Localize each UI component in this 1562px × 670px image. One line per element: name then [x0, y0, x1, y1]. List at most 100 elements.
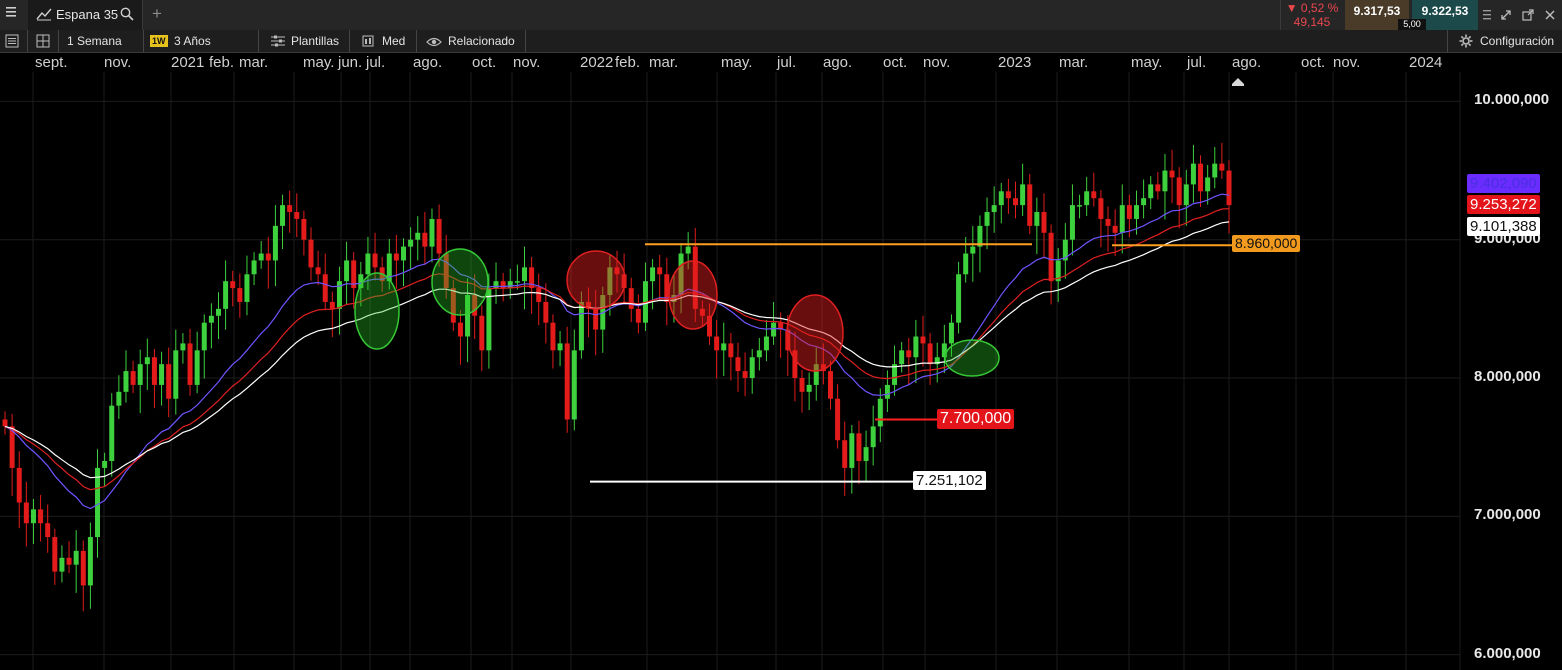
- support-ellipse: [944, 339, 1000, 377]
- measure-icon: [361, 34, 375, 53]
- candle-up: [194, 350, 200, 385]
- candle-up: [956, 274, 962, 323]
- candle-down: [842, 440, 848, 468]
- candle-down: [315, 267, 321, 275]
- close-icon[interactable]: [1544, 8, 1556, 26]
- support-ellipse: [431, 248, 489, 316]
- candle-down: [151, 357, 157, 385]
- candle-down: [835, 398, 841, 441]
- candle-down: [827, 371, 833, 399]
- candle-up: [998, 191, 1004, 206]
- candle-up: [721, 343, 727, 351]
- candle-up: [180, 343, 186, 351]
- candle-up: [756, 350, 762, 358]
- ma30-price-tag: 9.253,272: [1467, 195, 1540, 214]
- spread-value: 5,00: [1403, 19, 1421, 29]
- candle-down: [1112, 225, 1118, 233]
- time-axis-label: mar.: [649, 54, 679, 71]
- candle-up: [415, 232, 421, 240]
- chart-toolbar: 1 Semana 1W 3 Años Plantillas Med Relaci…: [0, 30, 1562, 53]
- candle-up: [486, 288, 492, 351]
- candle-up: [59, 557, 65, 572]
- candle-up: [1148, 184, 1154, 199]
- time-axis-label: may.: [1131, 54, 1163, 71]
- tab-espana-35[interactable]: Espana 35: [28, 0, 143, 30]
- time-axis-label: 2024: [1409, 54, 1443, 71]
- grid-layout-icon[interactable]: [36, 34, 50, 53]
- candle-up: [970, 246, 976, 254]
- price-chart[interactable]: [0, 72, 1562, 670]
- collapse-icon[interactable]: [1500, 8, 1512, 26]
- hamburger-icon[interactable]: [4, 4, 20, 18]
- candle-up: [73, 550, 79, 565]
- interval-selector[interactable]: 1 Semana: [67, 30, 122, 52]
- list-icon[interactable]: [5, 34, 19, 53]
- add-tab-button[interactable]: +: [152, 3, 162, 25]
- related-button[interactable]: Relacionado: [448, 30, 515, 52]
- time-axis-label: feb.: [615, 54, 641, 71]
- candle-down: [287, 205, 293, 213]
- candle-down: [422, 232, 428, 247]
- time-axis-label: nov.: [1333, 54, 1361, 71]
- popout-icon[interactable]: [1522, 8, 1534, 26]
- candle-up: [514, 281, 520, 283]
- candle-up: [984, 212, 990, 226]
- time-axis-label: jul.: [777, 54, 797, 71]
- gear-icon: [1459, 34, 1473, 53]
- candle-up: [991, 205, 997, 213]
- candle-up: [1077, 205, 1083, 207]
- level-7700-tag: 7.700,000: [937, 409, 1015, 429]
- candle-up: [429, 218, 435, 247]
- search-icon[interactable]: [120, 7, 134, 26]
- candle-down: [237, 288, 243, 302]
- candle-up: [1034, 212, 1040, 226]
- range-selector[interactable]: 3 Años: [174, 30, 211, 52]
- candle-down: [479, 315, 485, 351]
- candle-up: [771, 322, 777, 337]
- candle-down: [45, 523, 51, 538]
- measure-button[interactable]: Med: [382, 30, 405, 52]
- candle-up: [1141, 198, 1147, 206]
- candle-up: [102, 460, 108, 468]
- change-pct: ▼ 0,52 %: [1285, 1, 1339, 15]
- sell-price: 9.317,53: [1353, 4, 1401, 18]
- change-abs: 49,145: [1293, 15, 1331, 29]
- ma40-price-tag: 9.101,388: [1467, 217, 1540, 236]
- level-7251-tag: 7.251,102: [913, 471, 986, 490]
- candle-down: [372, 253, 378, 268]
- candle-down: [16, 467, 22, 503]
- candle-up: [521, 267, 527, 282]
- time-axis-label: oct.: [1301, 54, 1326, 71]
- candle-up: [763, 336, 769, 351]
- candle-up: [173, 350, 179, 399]
- candle-down: [593, 308, 599, 330]
- time-axis-label: sept.: [35, 54, 68, 71]
- range-badge: 1W: [150, 35, 168, 47]
- candle-down: [728, 343, 734, 358]
- candle-up: [884, 384, 890, 399]
- candle-up: [30, 509, 36, 524]
- candle-up: [863, 447, 869, 461]
- time-axis-label: may.: [721, 54, 753, 71]
- candle-down: [543, 301, 549, 323]
- candle-down: [1105, 218, 1111, 226]
- candle-down: [906, 350, 912, 358]
- candle-up: [408, 239, 414, 247]
- candle-down: [1155, 184, 1161, 192]
- level-8960-tag: 8.960,000: [1232, 235, 1301, 252]
- templates-button[interactable]: Plantillas: [291, 30, 339, 52]
- ma20-price-tag: 9.402,090: [1467, 174, 1540, 193]
- support-ellipse: [354, 272, 400, 350]
- drag-icon[interactable]: [1482, 8, 1492, 27]
- settings-button[interactable]: Configuración: [1480, 30, 1554, 52]
- window-bar: Espana 35 + ▼ 0,52 % 49,145 9.317,53 9.3…: [0, 0, 1562, 31]
- time-axis-label: may.: [303, 54, 335, 71]
- candle-up: [258, 253, 264, 261]
- candle-down: [1169, 170, 1175, 178]
- resistance-ellipse: [566, 250, 626, 310]
- candle-up: [749, 357, 755, 378]
- candle-down: [23, 502, 29, 524]
- candle-down: [436, 218, 442, 254]
- candle-up: [201, 322, 207, 351]
- candle-up: [578, 301, 584, 351]
